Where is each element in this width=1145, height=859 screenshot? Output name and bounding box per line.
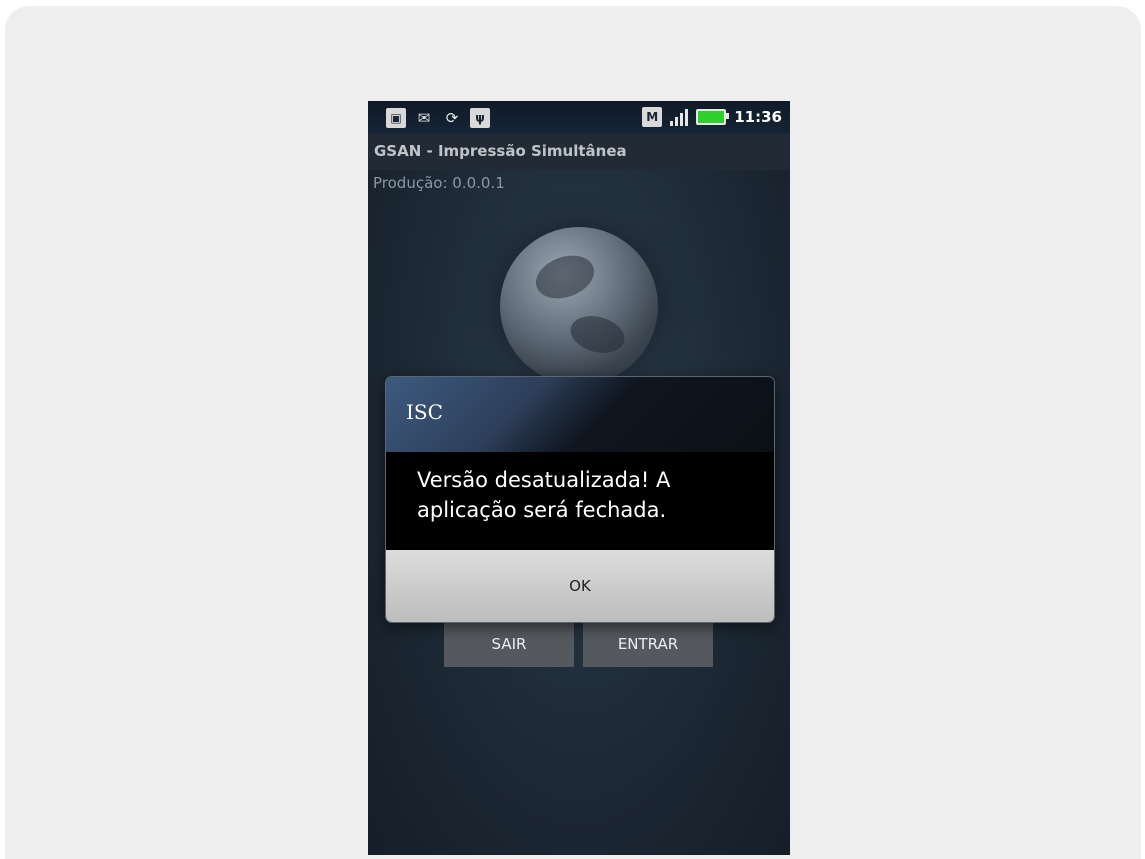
exit-button[interactable]: SAIR (444, 621, 574, 667)
version-label: Produção: 0.0.0.1 (373, 174, 505, 192)
dialog-title: ISC (406, 400, 443, 424)
signal-icon (670, 108, 689, 126)
dialog-header: ISC (386, 377, 774, 452)
ok-button[interactable]: OK (386, 550, 774, 622)
dialog-body: Versão desatualizada! A aplicação será f… (386, 452, 774, 550)
globe-logo (500, 227, 658, 385)
battery-icon (696, 109, 730, 125)
app-titlebar: GSAN - Impressão Simultânea (368, 134, 790, 170)
dialog-message: Versão desatualizada! A aplicação será f… (417, 468, 671, 522)
app-title: GSAN - Impressão Simultânea (374, 142, 627, 160)
sync-icon: ⟳ (445, 109, 459, 127)
phone-screen: ▣ ✉ ⟳ ψ M 11:36 GSAN - Impressão Simultâ… (368, 101, 790, 855)
picture-icon: ▣ (386, 108, 406, 128)
usb-icon: ψ (470, 108, 490, 128)
enter-button[interactable]: ENTRAR (583, 621, 713, 667)
m-icon: M (642, 107, 663, 127)
mail-icon: ✉ (417, 109, 431, 127)
status-time: 11:36 (734, 108, 782, 126)
dialog-footer: OK (386, 550, 774, 622)
status-bar: ▣ ✉ ⟳ ψ M 11:36 (368, 101, 790, 134)
alert-dialog: ISC Versão desatualizada! A aplicação se… (386, 377, 774, 622)
